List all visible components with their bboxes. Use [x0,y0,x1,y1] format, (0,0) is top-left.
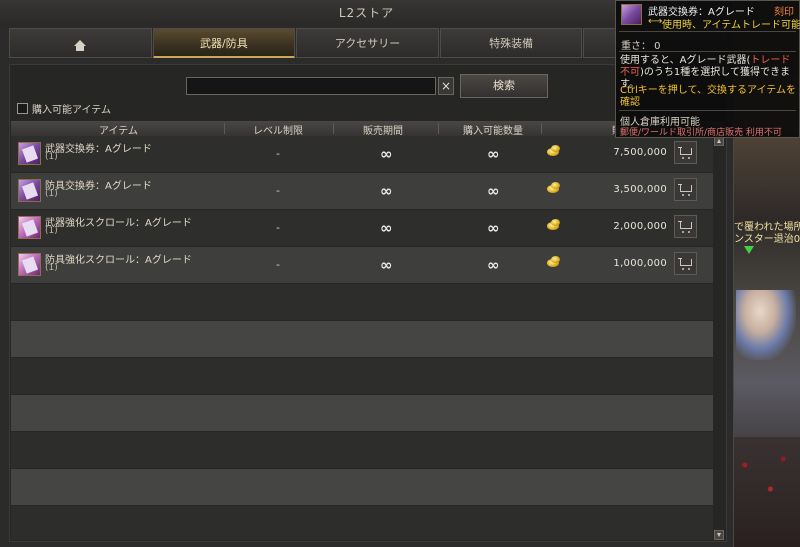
sale-period: ∞ [380,219,393,237]
cart-icon [680,148,692,155]
col-level-limit: レベル制限 [253,126,303,137]
list-scrollbar[interactable] [713,136,725,540]
item-name: 武器交換券：Aグレード [45,144,152,155]
tooltip-trade-info: 使用時、アイテムトレード可能 [662,20,800,31]
table-row[interactable]: 防具交換券：Aグレード (1) - ∞ ∞ 3,500,000 [11,173,713,209]
sale-period: ∞ [380,182,393,200]
empty-row [11,506,713,540]
adena-coin-icon [547,256,560,267]
empty-row [11,432,713,468]
purchasable-qty: ∞ [487,219,500,237]
price: 7,500,000 [613,147,667,158]
cart-icon [680,185,692,192]
empty-row [11,469,713,505]
add-to-cart-button[interactable] [674,252,697,275]
purchasable-label: 購入可能アイテム [32,104,111,116]
game-quest-text-2: ンスター退治0 [734,234,800,245]
npc-figure [736,290,796,360]
tooltip-restriction: 郵便/ワールド取引所/商店販売 利用不可 [620,128,782,138]
tab-special-equipment[interactable]: 特殊装備 [439,28,583,58]
tooltip-divider [619,110,796,111]
add-to-cart-button[interactable] [674,215,697,238]
col-separator [224,123,225,134]
sale-period: ∞ [380,256,393,274]
purchasable-checkbox[interactable] [17,102,28,114]
empty-row [11,395,713,431]
price: 1,000,000 [613,258,667,269]
col-sale-period: 販売期間 [363,126,403,137]
purchasable-qty: ∞ [487,182,500,200]
add-to-cart-button[interactable] [674,178,697,201]
clear-search-button[interactable]: × [438,77,454,95]
table-row[interactable]: 武器強化スクロール：Aグレード (1) - ∞ ∞ 2,000,000 [11,210,713,246]
level-limit: - [276,147,280,160]
item-qty: (1) [45,226,58,236]
col-purchasable-qty: 購入可能数量 [463,126,523,137]
empty-row [11,284,713,320]
col-separator [438,123,439,134]
table-row[interactable]: 武器交換券：Aグレード (1) - ∞ ∞ 7,500,000 [11,136,713,172]
tab-accessories[interactable]: アクセサリー [296,28,439,58]
tooltip-divider [619,31,796,32]
tooltip-ctrl-hint: Ctrlキーを押して、交換するアイテムを確認 [620,85,796,108]
level-limit: - [276,258,280,271]
sale-period: ∞ [380,145,393,163]
tab-home[interactable] [9,28,152,58]
home-icon [74,40,87,51]
col-separator [541,123,542,134]
item-qty: (1) [45,189,58,199]
weapon-ticket-icon [18,142,41,165]
adena-coin-icon [547,182,560,193]
adena-coin-icon [547,219,560,230]
tab-weapons-armor[interactable]: 武器/防具 [152,28,296,58]
item-tooltip: 武器交換券：Aグレード 刻印 ⟷ 使用時、アイテムトレード可能 重さ： 0 使用… [615,0,800,138]
desc-text: 使用すると、Aグレード武器( [620,55,751,66]
col-separator [333,123,334,134]
weapon-scroll-icon [18,216,41,239]
armor-scroll-icon [18,253,41,276]
search-input[interactable] [186,77,436,95]
search-button[interactable]: 検索 [460,74,548,98]
quest-arrow-icon [744,246,754,254]
cart-icon [680,259,692,266]
item-name: 防具強化スクロール：Aグレード [45,255,192,266]
add-to-cart-button[interactable] [674,141,697,164]
purchasable-qty: ∞ [487,256,500,274]
table-row[interactable]: 防具強化スクロール：Aグレード (1) - ∞ ∞ 1,000,000 [11,247,713,283]
item-qty: (1) [45,152,58,162]
trade-arrow-icon: ⟷ [648,16,663,27]
adena-coin-icon [547,145,560,156]
col-item: アイテム [99,126,138,137]
blood-spots [732,447,796,507]
level-limit: - [276,221,280,234]
tooltip-divider [619,51,796,52]
empty-row [11,358,713,394]
item-qty: (1) [45,263,58,273]
empty-row [11,321,713,357]
weapon-ticket-icon [621,4,642,25]
item-name: 防具交換券：Aグレード [45,181,152,192]
price: 2,000,000 [613,221,667,232]
scroll-down-button[interactable] [714,530,724,540]
price: 3,500,000 [613,184,667,195]
purchasable-filter[interactable]: 購入可能アイテム [17,101,111,116]
cart-icon [680,222,692,229]
level-limit: - [276,184,280,197]
purchasable-qty: ∞ [487,145,500,163]
item-name: 武器強化スクロール：Aグレード [45,218,192,229]
armor-ticket-icon [18,179,41,202]
tooltip-weight: 重さ： 0 [621,41,661,52]
